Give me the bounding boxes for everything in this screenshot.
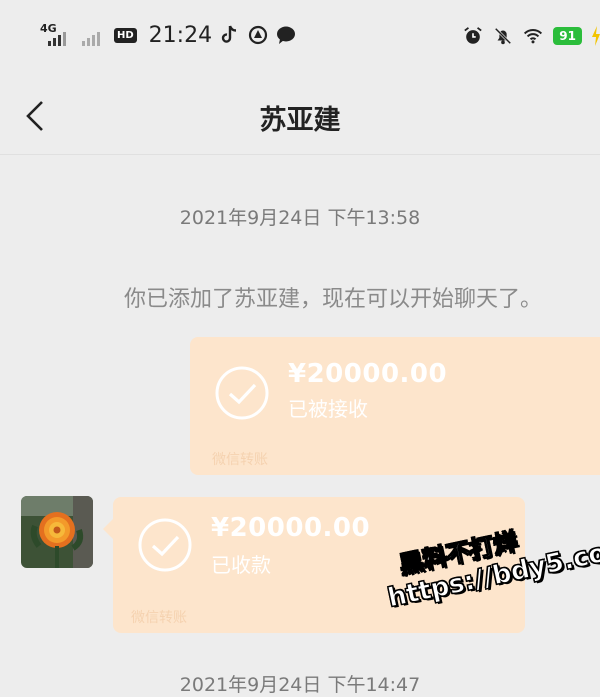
status-right: 91: [463, 26, 600, 46]
battery-icon: 91: [553, 27, 582, 45]
chat-title: 苏亚建: [259, 105, 341, 136]
check-circle-icon: [215, 366, 269, 420]
status-time: 21:24: [148, 22, 213, 48]
check-circle-icon: [138, 518, 192, 572]
alarm-icon: [463, 26, 483, 46]
mute-icon: [493, 26, 513, 46]
system-message: 你已添加了苏亚建，现在可以开始聊天了。: [124, 287, 543, 312]
charging-icon: [592, 26, 600, 46]
transfer-amount: ¥20000.00: [288, 359, 448, 389]
hd-badge: HD: [114, 27, 137, 43]
status-bar: 4G HD 21:24 91: [0, 0, 600, 80]
transfer-status: 已被接收: [288, 397, 368, 421]
message-timestamp: 2021年9月24日 下午14:47: [179, 674, 421, 696]
signal-icon: [82, 22, 106, 48]
chat-header: 苏亚建: [0, 80, 600, 155]
bubble-tail: [103, 519, 113, 539]
transfer-footer: 微信转账: [131, 610, 187, 626]
transfer-sent-card[interactable]: ¥20000.00 已被接收 微信转账: [190, 337, 600, 475]
status-left: 4G HD 21:24: [40, 22, 296, 48]
browser-icon: [248, 25, 268, 45]
transfer-amount: ¥20000.00: [211, 513, 371, 543]
chat-bubble-icon: [276, 25, 296, 45]
contact-avatar[interactable]: [21, 496, 93, 568]
transfer-status: 已收款: [211, 553, 271, 577]
signal-4g-icon: 4G: [40, 22, 74, 48]
message-timestamp: 2021年9月24日 下午13:58: [179, 207, 421, 229]
transfer-footer: 微信转账: [212, 452, 268, 468]
tiktok-icon: [220, 25, 240, 45]
wifi-icon: [523, 26, 543, 46]
